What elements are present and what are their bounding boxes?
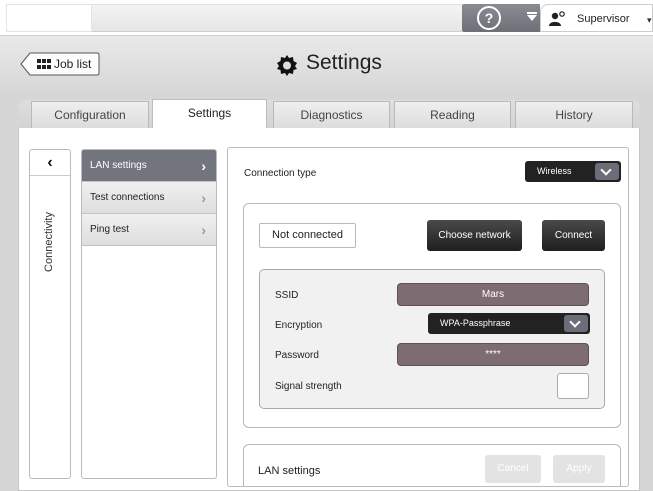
- ssid-label: SSID: [275, 290, 299, 301]
- lan-settings-label: LAN settings: [258, 465, 321, 477]
- list-item-lan-settings[interactable]: LAN settings ›: [82, 150, 216, 182]
- tab-label: History: [555, 108, 593, 122]
- lan-settings-panel: Connection type Wireless Not connected C…: [227, 147, 629, 487]
- help-icon: ?: [477, 6, 501, 30]
- chevron-right-icon: ›: [201, 158, 206, 174]
- encryption-label: Encryption: [275, 320, 323, 331]
- user-role-label: Supervisor: [577, 13, 630, 25]
- top-strip: [92, 4, 462, 32]
- list-item-test-connections[interactable]: Test connections ›: [82, 182, 216, 214]
- grid-icon: [37, 59, 51, 69]
- signal-strength-indicator: [557, 373, 589, 399]
- password-label: Password: [275, 350, 319, 361]
- list-item-label: Test connections: [90, 192, 165, 203]
- tab-reading[interactable]: Reading: [394, 101, 511, 128]
- tab-configuration[interactable]: Configuration: [31, 101, 149, 128]
- gear-icon: [277, 55, 297, 76]
- connection-status: Not connected: [259, 223, 356, 248]
- main-area: Configuration Settings Diagnostics Readi…: [0, 90, 653, 491]
- job-list-back-button[interactable]: Job list: [20, 52, 100, 76]
- list-item-ping-test[interactable]: Ping test ›: [82, 214, 216, 246]
- list-item-label: Ping test: [90, 224, 129, 235]
- connection-type-value: Wireless: [537, 166, 572, 176]
- tab-label: Reading: [430, 108, 475, 122]
- ssid-field[interactable]: Mars: [397, 283, 589, 306]
- tab-label: Settings: [187, 106, 232, 120]
- connect-button[interactable]: Connect: [542, 220, 605, 251]
- connectivity-label: Connectivity: [43, 212, 55, 272]
- password-field[interactable]: ****: [397, 343, 589, 366]
- chevron-right-icon: ›: [201, 190, 206, 206]
- chevron-left-icon: ‹: [47, 154, 53, 171]
- chevron-down-icon: [595, 163, 619, 180]
- dropdown-triangle-icon: [527, 15, 537, 21]
- list-item-label: LAN settings: [90, 160, 147, 171]
- chevron-right-icon: ›: [201, 222, 206, 238]
- tab-history[interactable]: History: [515, 101, 633, 128]
- wireless-details: SSID Mars Encryption WPA-Passphrase Pass…: [259, 269, 605, 409]
- page-title: Settings: [306, 51, 382, 74]
- apply-button[interactable]: Apply: [553, 455, 605, 483]
- menu-dropdown-button[interactable]: [524, 4, 540, 32]
- page-header: Job list Settings: [0, 36, 653, 90]
- top-bar: ? Supervisor ▾: [0, 0, 653, 36]
- wireless-group: Not connected Choose network Connect SSI…: [243, 203, 621, 428]
- tab-label: Diagnostics: [300, 108, 363, 122]
- cancel-button[interactable]: Cancel: [485, 455, 541, 483]
- encryption-select[interactable]: WPA-Passphrase: [428, 313, 590, 334]
- tab-diagnostics[interactable]: Diagnostics: [273, 101, 390, 128]
- help-button[interactable]: ?: [462, 4, 524, 32]
- connection-type-label: Connection type: [244, 168, 317, 179]
- tab-settings[interactable]: Settings: [152, 99, 267, 129]
- chevron-down-icon: ▾: [647, 15, 652, 25]
- settings-content: ‹ Connectivity LAN settings › Test conne…: [18, 128, 640, 491]
- connectivity-list: LAN settings › Test connections › Ping t…: [81, 149, 217, 479]
- tab-label: Configuration: [54, 108, 126, 122]
- top-left-blank: [6, 4, 92, 32]
- back-button-label: Job list: [54, 57, 92, 71]
- dropdown-bar-icon: [527, 12, 537, 14]
- encryption-value: WPA-Passphrase: [440, 318, 511, 328]
- user-gear-icon: [549, 11, 565, 26]
- collapse-nav-button[interactable]: ‹: [30, 150, 70, 176]
- connectivity-nav: ‹ Connectivity: [29, 149, 71, 479]
- lan-settings-group: LAN settings Cancel Apply: [243, 444, 621, 486]
- signal-strength-label: Signal strength: [275, 381, 342, 392]
- connection-type-select[interactable]: Wireless: [525, 161, 621, 182]
- chevron-down-icon: [564, 315, 588, 332]
- user-menu[interactable]: Supervisor ▾: [540, 4, 653, 32]
- choose-network-button[interactable]: Choose network: [427, 220, 522, 251]
